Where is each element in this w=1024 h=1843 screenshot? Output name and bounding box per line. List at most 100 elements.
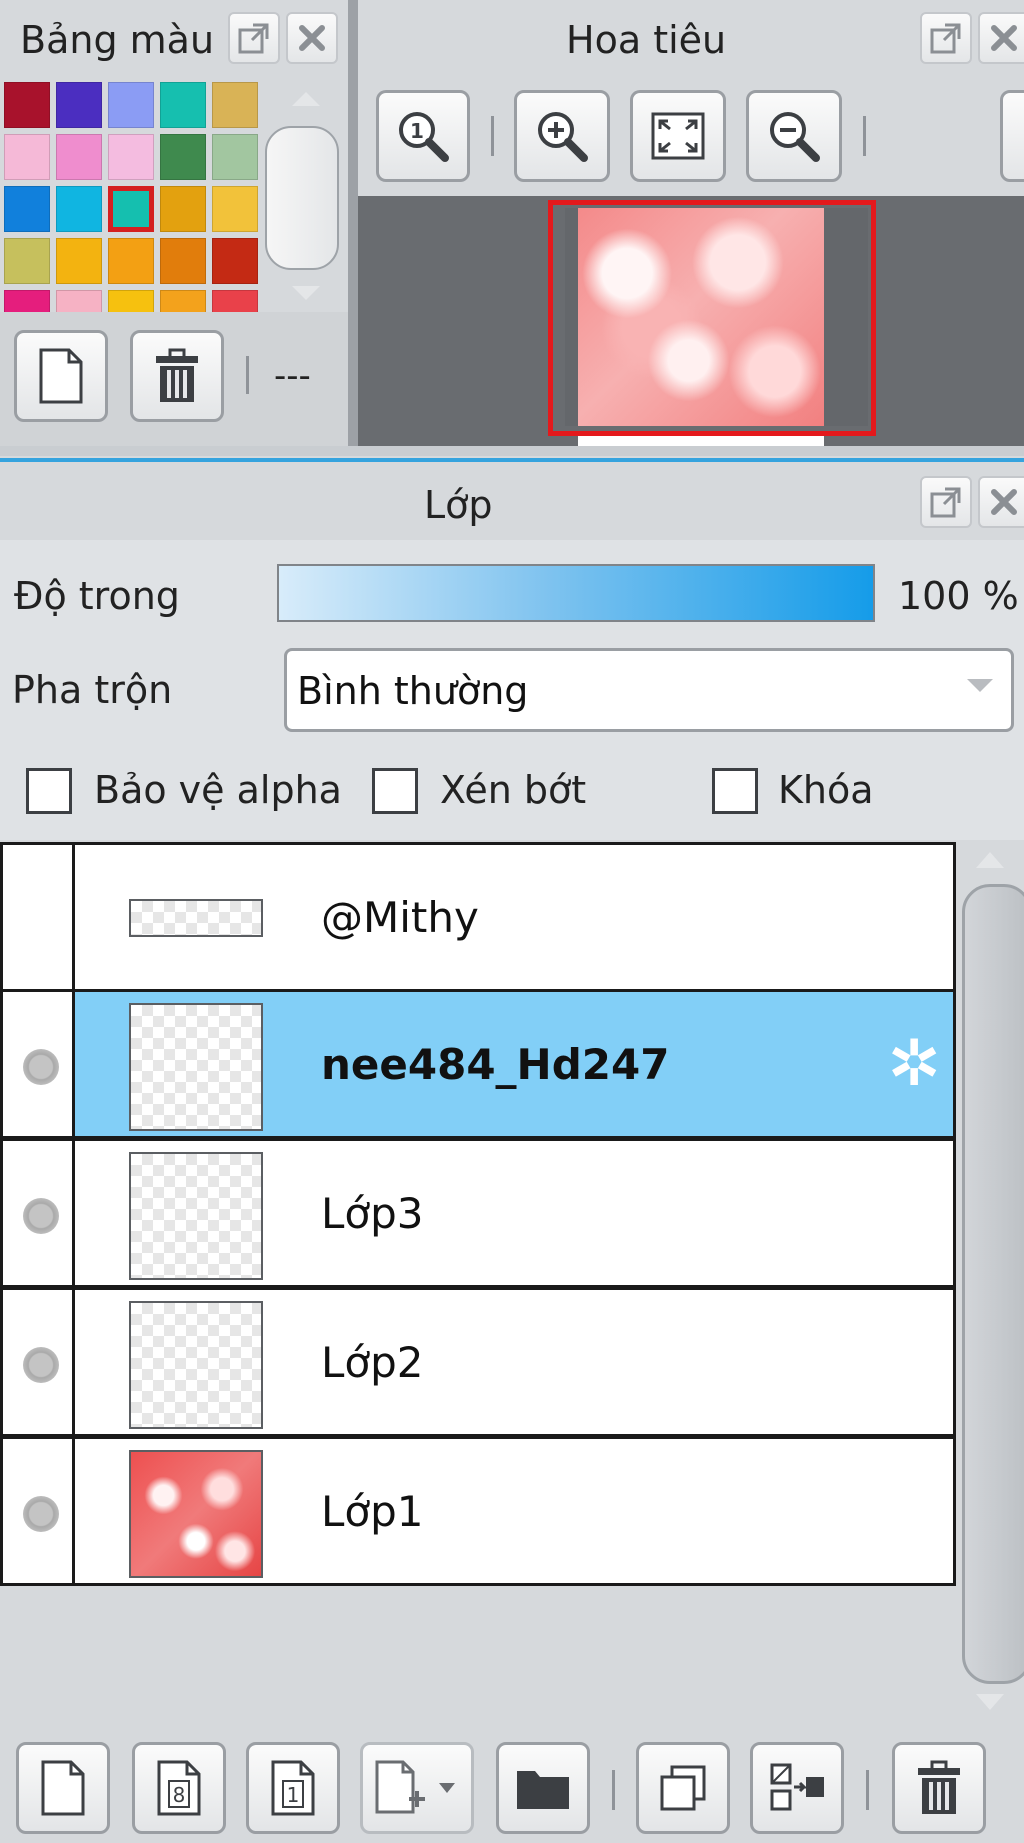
blend-mode-select[interactable]: Bình thường xyxy=(284,648,1014,732)
zoom-100-icon: 1 xyxy=(399,112,449,162)
zoom-out-icon xyxy=(770,112,820,162)
color-swatch[interactable] xyxy=(4,238,50,284)
color-swatch[interactable] xyxy=(108,82,154,128)
add-layer-menu-button[interactable] xyxy=(360,1742,474,1834)
visibility-dot-icon xyxy=(23,1496,59,1532)
navigator-close-button[interactable] xyxy=(978,12,1024,64)
duplicate-icon xyxy=(660,1765,706,1811)
layer-visibility-toggle[interactable] xyxy=(3,1290,75,1434)
color-swatch[interactable] xyxy=(108,290,154,312)
toolbar-separator-2 xyxy=(866,1770,869,1810)
layer-row[interactable]: @Mithy xyxy=(0,842,956,992)
navigator-undock-button[interactable] xyxy=(920,12,972,64)
add-layer-menu-icon xyxy=(375,1760,455,1814)
color-swatch[interactable] xyxy=(108,238,154,284)
layer-visibility-toggle[interactable] xyxy=(3,1141,75,1285)
zoom-actual-size-button[interactable]: 1 xyxy=(376,90,470,182)
8bit-label: 8 xyxy=(173,1783,186,1807)
new-color-button[interactable] xyxy=(14,330,108,422)
layers-undock-button[interactable] xyxy=(920,476,972,528)
layer-list: @Mithy nee484_Hd247 ✲ Lớp3 Lớp2 Lớp1 xyxy=(0,842,956,1586)
delete-color-button[interactable] xyxy=(130,330,224,422)
opacity-value: 100 % xyxy=(898,574,1019,618)
blend-label: Pha trộn xyxy=(12,668,173,712)
color-swatch[interactable] xyxy=(56,82,102,128)
trash-icon xyxy=(156,348,198,402)
new-layer-icon xyxy=(41,1760,85,1816)
color-swatch[interactable] xyxy=(4,134,50,180)
layers-close-button[interactable] xyxy=(978,476,1024,528)
color-swatch[interactable] xyxy=(160,238,206,284)
1bit-label: 1 xyxy=(287,1783,300,1807)
color-swatch[interactable] xyxy=(212,290,258,312)
color-swatch[interactable] xyxy=(108,134,154,180)
palette-scroll-thumb[interactable] xyxy=(265,126,339,270)
color-swatch[interactable] xyxy=(4,290,50,312)
color-swatch[interactable] xyxy=(108,186,154,232)
scroll-up-icon[interactable] xyxy=(972,848,1008,870)
panel-divider xyxy=(348,0,358,446)
layer-name: Lớp2 xyxy=(321,1338,424,1387)
navigator-view-frame[interactable] xyxy=(548,200,876,436)
layer-thumbnail xyxy=(129,899,263,937)
scroll-up-icon[interactable] xyxy=(288,88,324,108)
lock-checkbox[interactable] xyxy=(712,768,758,814)
rotate-button-partial[interactable] xyxy=(1000,90,1024,182)
color-swatch[interactable] xyxy=(160,186,206,232)
layer-visibility-toggle[interactable] xyxy=(3,845,75,989)
new-1bit-layer-button[interactable]: 1 xyxy=(246,1742,340,1834)
color-swatch[interactable] xyxy=(4,186,50,232)
zoom-out-button[interactable] xyxy=(746,90,842,182)
layer-visibility-toggle[interactable] xyxy=(3,992,75,1136)
color-swatch[interactable] xyxy=(160,82,206,128)
delete-layer-button[interactable] xyxy=(892,1742,986,1834)
scroll-down-icon[interactable] xyxy=(288,284,324,304)
visibility-dot-icon xyxy=(23,1347,59,1383)
layer-thumbnail xyxy=(129,1450,263,1578)
nav-separator-2 xyxy=(863,116,866,156)
clipping-label: Xén bớt xyxy=(440,768,587,812)
duplicate-layer-button[interactable] xyxy=(636,1742,730,1834)
new-folder-button[interactable] xyxy=(496,1742,590,1834)
zoom-in-button[interactable] xyxy=(514,90,610,182)
lock-label: Khóa xyxy=(778,768,874,812)
color-swatch[interactable] xyxy=(212,134,258,180)
protect-alpha-checkbox[interactable] xyxy=(26,768,72,814)
color-swatch[interactable] xyxy=(56,238,102,284)
color-swatch[interactable] xyxy=(212,186,258,232)
color-swatch[interactable] xyxy=(56,186,102,232)
palette-title: Bảng màu xyxy=(20,18,215,62)
color-swatch[interactable] xyxy=(160,290,206,312)
opacity-label: Độ trong xyxy=(14,574,180,618)
palette-undock-button[interactable] xyxy=(228,12,280,64)
new-8bit-layer-button[interactable]: 8 xyxy=(132,1742,226,1834)
layer-name: @Mithy xyxy=(321,893,479,942)
blend-mode-value: Bình thường xyxy=(297,669,529,713)
scroll-down-icon[interactable] xyxy=(972,1692,1008,1714)
layer-row[interactable]: Lớp1 xyxy=(0,1436,956,1586)
gear-icon[interactable]: ✲ xyxy=(887,1032,941,1096)
opacity-slider[interactable] xyxy=(277,564,875,622)
folder-icon xyxy=(517,1771,569,1809)
merge-down-button[interactable] xyxy=(750,1742,844,1834)
layer-visibility-toggle[interactable] xyxy=(3,1439,75,1583)
new-layer-button[interactable] xyxy=(16,1742,110,1834)
palette-close-button[interactable] xyxy=(286,12,338,64)
layer-row[interactable]: Lớp3 xyxy=(0,1138,956,1288)
palette-more-label[interactable]: --- xyxy=(274,356,311,396)
color-swatch[interactable] xyxy=(4,82,50,128)
color-swatch[interactable] xyxy=(56,134,102,180)
fit-screen-icon xyxy=(651,112,705,160)
color-swatch[interactable] xyxy=(56,290,102,312)
layers-title: Lớp xyxy=(424,483,493,527)
layer-row-selected[interactable]: nee484_Hd247 ✲ xyxy=(0,989,956,1139)
color-swatch[interactable] xyxy=(212,82,258,128)
color-swatch[interactable] xyxy=(160,134,206,180)
color-swatch[interactable] xyxy=(212,238,258,284)
panel-focus-line xyxy=(0,458,1024,462)
layer-scroll-thumb[interactable] xyxy=(962,884,1024,1684)
layer-thumbnail xyxy=(129,1301,263,1429)
layer-row[interactable]: Lớp2 xyxy=(0,1287,956,1437)
clipping-checkbox[interactable] xyxy=(372,768,418,814)
fit-to-window-button[interactable] xyxy=(630,90,726,182)
